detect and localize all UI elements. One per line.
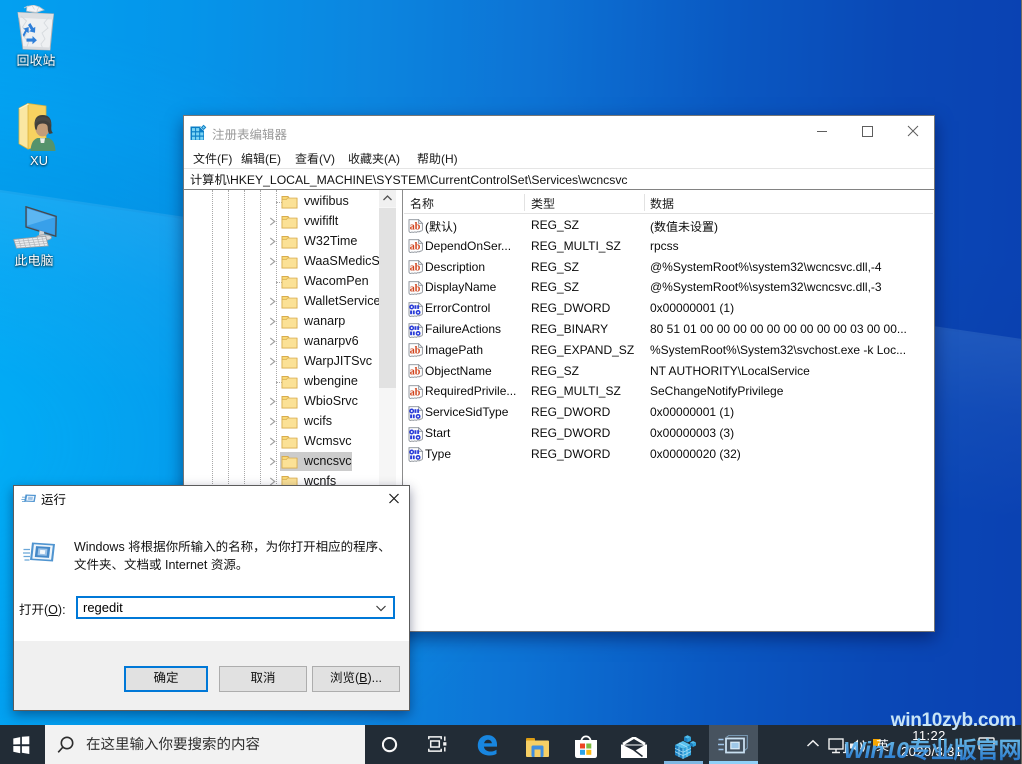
svg-text:ab: ab <box>410 346 421 357</box>
svg-text:ab: ab <box>410 387 421 398</box>
svg-text:ab: ab <box>410 242 421 253</box>
svg-text:ab: ab <box>410 367 421 378</box>
svg-text:ab: ab <box>410 263 421 274</box>
svg-text:ab: ab <box>410 283 421 294</box>
svg-text:ab: ab <box>410 221 421 232</box>
